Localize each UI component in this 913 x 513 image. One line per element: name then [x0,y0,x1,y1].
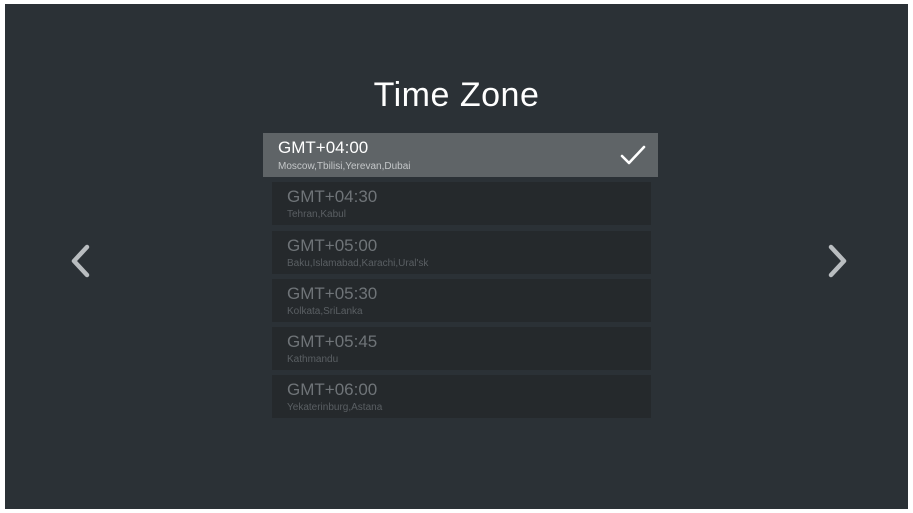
timezone-item[interactable]: GMT+06:00 Yekaterinburg,Astana [272,375,651,418]
timezone-cities: Yekaterinburg,Astana [287,402,383,413]
timezone-item[interactable]: GMT+05:45 Kathmandu [272,327,651,370]
timezone-offset: GMT+04:00 [278,138,369,157]
timezone-item[interactable]: GMT+05:00 Baku,Islamabad,Karachi,Ural'sk [272,231,651,274]
timezone-offset: GMT+04:30 [287,187,378,206]
timezone-cities: Baku,Islamabad,Karachi,Ural'sk [287,258,429,269]
checkmark-icon [620,145,646,165]
timezone-cities: Tehran,Kabul [287,209,346,220]
chevron-right-icon[interactable] [823,241,853,281]
timezone-screen: Time Zone GMT+04:00 Moscow,Tbilisi,Yerev… [5,4,908,509]
timezone-item[interactable]: GMT+04:00 Moscow,Tbilisi,Yerevan,Dubai [263,133,658,177]
chevron-left-icon[interactable] [65,241,95,281]
timezone-cities: Kathmandu [287,354,339,365]
timezone-list: GMT+04:00 Moscow,Tbilisi,Yerevan,Dubai G… [5,4,908,509]
timezone-cities: Kolkata,SriLanka [287,306,363,317]
timezone-offset: GMT+06:00 [287,380,378,399]
timezone-offset: GMT+05:00 [287,236,378,255]
timezone-item[interactable]: GMT+04:30 Tehran,Kabul [272,182,651,225]
timezone-item[interactable]: GMT+05:30 Kolkata,SriLanka [272,279,651,322]
timezone-offset: GMT+05:45 [287,332,378,351]
timezone-offset: GMT+05:30 [287,284,378,303]
timezone-cities: Moscow,Tbilisi,Yerevan,Dubai [278,161,411,172]
